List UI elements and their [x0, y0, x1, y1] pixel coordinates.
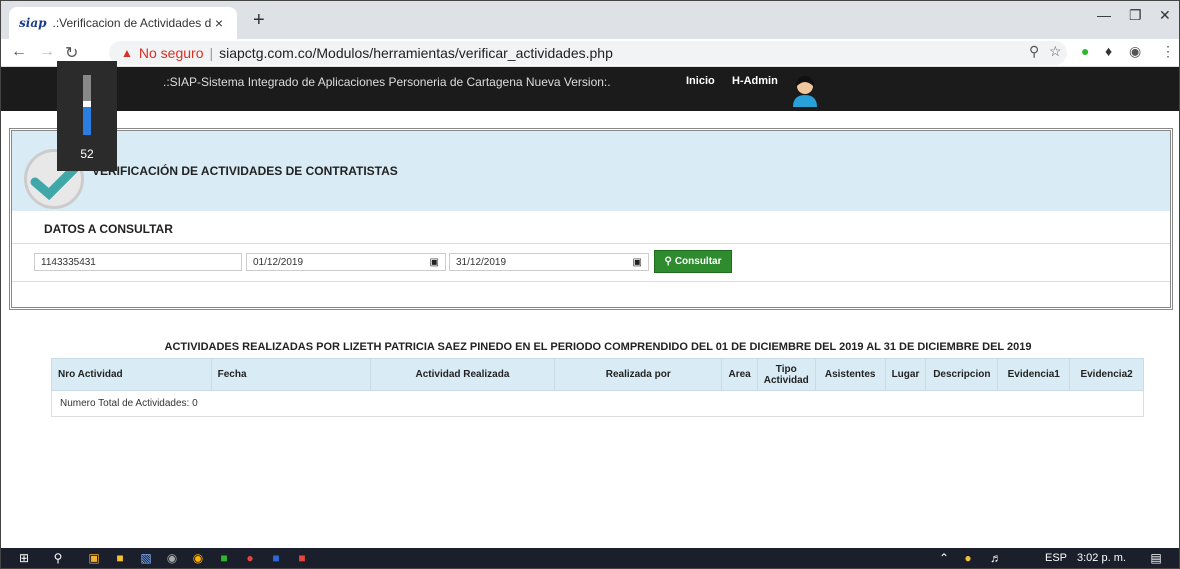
notifications-icon[interactable]: ▤: [1149, 551, 1163, 565]
document-input[interactable]: 1143335431: [34, 253, 242, 271]
browser-tab[interactable]: siap .:Verificacion de Actividades de C …: [9, 7, 237, 39]
column-header: Area: [721, 358, 758, 391]
activities-table: Nro Actividad Fecha Actividad Realizada …: [51, 358, 1144, 417]
chevron-up-icon[interactable]: ⌃: [937, 551, 951, 565]
volume-fill: [83, 104, 91, 135]
consulta-panel: VERIFICACIÓN DE ACTIVIDADES DE CONTRATIS…: [9, 128, 1173, 310]
search-icon: ⚲: [664, 256, 672, 267]
clock[interactable]: 3:02 p. m.: [1077, 552, 1126, 564]
not-secure-label[interactable]: No seguro: [139, 45, 204, 61]
volume-level: 52: [80, 147, 94, 161]
restore-icon[interactable]: ❐: [1129, 7, 1142, 24]
forward-icon[interactable]: →: [39, 43, 55, 61]
pdf-icon[interactable]: ■: [295, 551, 309, 565]
divider: [12, 243, 1170, 244]
extensions-puzzle-icon[interactable]: ♦: [1105, 43, 1112, 59]
browser-toolbar: ← → ↻ ▲ No seguro | siapctg.com.co/Modul…: [1, 39, 1179, 67]
close-window-icon[interactable]: ✕: [1159, 7, 1171, 24]
app-icon[interactable]: ◉: [165, 551, 179, 565]
site-header: .:SIAP-Sistema Integrado de Aplicaciones…: [1, 67, 1179, 111]
column-header: Lugar: [884, 358, 927, 391]
back-icon[interactable]: ←: [11, 43, 27, 61]
file-explorer-icon[interactable]: ■: [113, 551, 127, 565]
minimize-icon[interactable]: —: [1097, 7, 1111, 23]
language-indicator[interactable]: ESP: [1045, 552, 1067, 564]
results-title: ACTIVIDADES REALIZADAS POR LIZETH PATRIC…: [164, 341, 1032, 353]
tab-close-icon[interactable]: ×: [211, 15, 227, 31]
column-header: Nro Actividad: [51, 358, 212, 391]
date-from-value: 01/12/2019: [253, 256, 304, 268]
section-subtitle: DATOS A CONSULTAR: [44, 222, 173, 236]
profile-avatar-icon[interactable]: ◉: [1129, 43, 1141, 60]
user-avatar-icon[interactable]: [791, 73, 819, 107]
date-to-value: 31/12/2019: [456, 256, 507, 268]
speaker-icon[interactable]: ♬: [989, 551, 1003, 565]
app-icon[interactable]: ●: [243, 551, 257, 565]
screen: siap .:Verificacion de Actividades de C …: [0, 0, 1180, 569]
document-value: 1143335431: [41, 256, 96, 268]
url-text[interactable]: siapctg.com.co/Modulos/herramientas/veri…: [219, 45, 613, 61]
calendar-icon[interactable]: ▣: [430, 257, 439, 268]
tray-app-icon[interactable]: ●: [961, 551, 975, 565]
menu-dots-icon[interactable]: ⋮: [1161, 43, 1175, 60]
taskview-icon[interactable]: ▣: [87, 551, 101, 565]
column-header: Asistentes: [814, 358, 886, 391]
excel-icon[interactable]: ■: [217, 551, 231, 565]
consultar-button[interactable]: ⚲ Consultar: [654, 250, 732, 273]
extension-check-icon[interactable]: ●: [1081, 43, 1089, 59]
tab-strip: siap .:Verificacion de Actividades de C …: [1, 1, 1179, 39]
calendar-icon[interactable]: ▣: [633, 257, 642, 268]
bookmark-star-icon[interactable]: ☆: [1049, 43, 1062, 60]
chrome-icon[interactable]: ◉: [191, 551, 205, 565]
site-header-title: .:SIAP-Sistema Integrado de Aplicaciones…: [163, 75, 611, 89]
app-icon[interactable]: ▧: [139, 551, 153, 565]
volume-overlay: 52: [57, 61, 117, 171]
column-header: Descripcion: [925, 358, 999, 391]
nav-h-admin-link[interactable]: H-Admin: [732, 75, 778, 87]
nav-inicio-link[interactable]: Inicio: [686, 75, 715, 87]
column-header: Evidencia2: [1069, 358, 1144, 391]
address-bar[interactable]: ▲ No seguro | siapctg.com.co/Modulos/her…: [109, 41, 1067, 65]
siap-favicon-icon: siap: [19, 16, 47, 30]
volume-knob[interactable]: [83, 101, 91, 107]
date-to-input[interactable]: 31/12/2019 ▣: [449, 253, 649, 271]
column-header: Tipo Actividad: [756, 358, 816, 391]
column-header: Actividad Realizada: [369, 358, 556, 391]
new-tab-icon[interactable]: +: [253, 9, 265, 32]
tab-title: .:Verificacion de Actividades de C: [52, 16, 211, 30]
page-title: VERIFICACIÓN DE ACTIVIDADES DE CONTRATIS…: [92, 164, 398, 178]
address-separator: |: [209, 45, 214, 61]
table-header-row: Nro Actividad Fecha Actividad Realizada …: [51, 358, 1144, 391]
table-row: Numero Total de Actividades: 0: [51, 390, 1144, 417]
divider: [12, 281, 1170, 282]
zoom-icon[interactable]: ⚲: [1029, 43, 1039, 60]
column-header: Fecha: [210, 358, 371, 391]
column-header: Realizada por: [553, 358, 723, 391]
windows-taskbar: ⊞ ⚲ ▣ ■ ▧ ◉ ◉ ■ ● ■ ■ ⌃ ● ♬ ESP 3:02 p. …: [1, 548, 1179, 568]
warning-icon: ▲: [121, 46, 133, 60]
total-activities-cell: Numero Total de Actividades: 0: [51, 390, 1144, 417]
date-from-input[interactable]: 01/12/2019 ▣: [246, 253, 446, 271]
search-icon[interactable]: ⚲: [51, 551, 65, 565]
windows-start-icon[interactable]: ⊞: [17, 551, 31, 565]
volume-slider[interactable]: [83, 75, 91, 135]
reload-icon[interactable]: ↻: [65, 43, 78, 63]
consultar-label: Consultar: [674, 256, 722, 267]
word-icon[interactable]: ■: [269, 551, 283, 565]
column-header: Evidencia1: [997, 358, 1071, 391]
